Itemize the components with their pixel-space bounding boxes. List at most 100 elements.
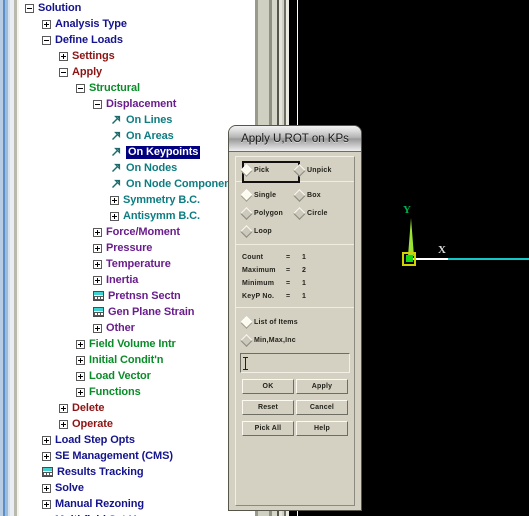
ok-button[interactable]: OK (242, 379, 294, 394)
expand-icon[interactable] (76, 339, 85, 349)
radio-polygon[interactable]: Polygon (240, 204, 295, 222)
tree-item-label: On Node Components (126, 177, 241, 190)
info-equals: = (286, 293, 291, 300)
expand-icon[interactable] (93, 275, 102, 285)
pick-arrow-icon (110, 114, 122, 126)
expand-icon[interactable] (93, 259, 102, 269)
expand-icon[interactable] (76, 355, 85, 365)
expand-icon[interactable] (93, 227, 102, 237)
dialog-body: Pick Unpick Single Box Polygon Circle Lo… (235, 156, 355, 506)
tree-item-force-moment[interactable]: Force/Moment (19, 224, 252, 240)
tree-item-operate[interactable]: Operate (19, 416, 252, 432)
tree-item-se-management-cms[interactable]: SE Management (CMS) (19, 448, 252, 464)
expand-icon[interactable] (93, 243, 102, 253)
pick-mode-group[interactable]: Pick Unpick (236, 157, 354, 183)
radio-diamond-icon (240, 206, 253, 220)
tree-item-structural[interactable]: Structural (19, 80, 252, 96)
application-window: Solution Analysis Type Define Loads Setting… (0, 0, 529, 516)
tree-item-initial-condit-n[interactable]: Initial Condit'n (19, 352, 252, 368)
info-equals: = (286, 280, 291, 287)
collapse-icon[interactable] (76, 83, 85, 93)
tree-item-pressure[interactable]: Pressure (19, 240, 252, 256)
collapse-icon[interactable] (93, 99, 102, 109)
entry-mode-group[interactable]: List of Items Min,Max,Inc (236, 308, 354, 353)
keypoint-list-input[interactable] (240, 353, 350, 373)
tree-item-analysis-type[interactable]: Analysis Type (19, 16, 252, 32)
collapse-icon[interactable] (25, 3, 34, 13)
expand-icon[interactable] (59, 419, 68, 429)
tree-item-label: Pretnsn Sectn (108, 289, 181, 302)
outline-tree-list[interactable]: Solution Analysis Type Define Loads Setting… (19, 0, 252, 516)
tree-item-gen-plane-strain[interactable]: Gen Plane Strain (19, 304, 252, 320)
tree-item-on-lines[interactable]: On Lines (19, 112, 252, 128)
radio-circle[interactable]: Circle (293, 204, 348, 222)
tree-item-label: Inertia (106, 273, 139, 286)
tree-item-multi-field-set-up[interactable]: Multi-field Set Up (19, 512, 252, 516)
tree-item-manual-rezoning[interactable]: Manual Rezoning (19, 496, 252, 512)
radio-loop[interactable]: Loop (240, 222, 298, 240)
tree-item-inertia[interactable]: Inertia (19, 272, 252, 288)
outline-tree-panel[interactable]: Solution Analysis Type Define Loads Setting… (19, 0, 252, 516)
expand-icon[interactable] (42, 435, 51, 445)
radio-single[interactable]: Single (240, 186, 295, 204)
radio-box[interactable]: Box (293, 186, 348, 204)
expand-icon[interactable] (42, 483, 51, 493)
tree-item-other[interactable]: Other (19, 320, 252, 336)
tree-item-antisymm-b-c[interactable]: Antisymm B.C. (19, 208, 252, 224)
tree-item-label: Field Volume Intr (89, 337, 176, 350)
info-row: Count = 1 (242, 251, 348, 264)
tree-item-load-vector[interactable]: Load Vector (19, 368, 252, 384)
tree-item-symmetry-b-c[interactable]: Symmetry B.C. (19, 192, 252, 208)
tree-item-field-volume-intr[interactable]: Field Volume Intr (19, 336, 252, 352)
tree-item-label: Initial Condit'n (89, 353, 164, 366)
pick-shape-group[interactable]: Single Box Polygon Circle Loop (236, 182, 354, 244)
collapse-icon[interactable] (42, 35, 51, 45)
radio-unpick[interactable]: Unpick (293, 161, 348, 179)
expand-icon[interactable] (42, 451, 51, 461)
tree-item-displacement[interactable]: Displacement (19, 96, 252, 112)
expand-icon[interactable] (110, 211, 119, 221)
tree-item-temperature[interactable]: Temperature (19, 256, 252, 272)
tree-item-results-tracking[interactable]: Results Tracking (19, 464, 252, 480)
expand-icon[interactable] (59, 51, 68, 61)
dialog-button-row-3: Pick All Help (236, 421, 354, 436)
expand-icon[interactable] (42, 499, 51, 509)
tree-item-on-nodes[interactable]: On Nodes (19, 160, 252, 176)
reset-button[interactable]: Reset (242, 400, 294, 415)
x-axis-label: X (438, 244, 446, 256)
apply-button[interactable]: Apply (296, 379, 348, 394)
collapse-icon[interactable] (59, 67, 68, 77)
cancel-button[interactable]: Cancel (296, 400, 348, 415)
pick-all-button[interactable]: Pick All (242, 421, 294, 436)
tree-item-label: Manual Rezoning (55, 497, 144, 510)
radio-list-of-items[interactable]: List of Items (240, 313, 298, 331)
tree-item-solution[interactable]: Solution (19, 0, 252, 16)
expand-icon[interactable] (76, 387, 85, 397)
radio-min-max-inc-label: Min,Max,Inc (254, 336, 296, 344)
tree-item-functions[interactable]: Functions (19, 384, 252, 400)
tree-item-label: Pressure (106, 241, 153, 254)
tree-item-on-node-components[interactable]: On Node Components (19, 176, 252, 192)
radio-min-max-inc[interactable]: Min,Max,Inc (240, 331, 296, 349)
expand-icon[interactable] (42, 19, 51, 29)
expand-icon[interactable] (93, 323, 102, 333)
info-label: Count (242, 254, 264, 261)
tree-item-delete[interactable]: Delete (19, 400, 252, 416)
tree-item-apply[interactable]: Apply (19, 64, 252, 80)
expand-icon[interactable] (59, 403, 68, 413)
help-button[interactable]: Help (296, 421, 348, 436)
tree-item-pretnsn-sectn[interactable]: Pretnsn Sectn (19, 288, 252, 304)
tree-item-settings[interactable]: Settings (19, 48, 252, 64)
tree-item-on-areas[interactable]: On Areas (19, 128, 252, 144)
expand-icon[interactable] (76, 371, 85, 381)
expand-icon[interactable] (110, 195, 119, 205)
apply-u-rot-on-kps-dialog[interactable]: Apply U,ROT on KPs Pick Unpick Single Bo… (229, 126, 361, 510)
tree-item-define-loads[interactable]: Define Loads (19, 32, 252, 48)
tree-item-label: Force/Moment (106, 225, 180, 238)
tree-item-on-keypoints[interactable]: On Keypoints (19, 144, 252, 160)
tree-item-solve[interactable]: Solve (19, 480, 252, 496)
pick-arrow-icon (110, 130, 122, 142)
tree-item-load-step-opts[interactable]: Load Step Opts (19, 432, 252, 448)
dialog-title-bar[interactable]: Apply U,ROT on KPs (229, 126, 361, 152)
tree-item-label: Solution (38, 1, 82, 14)
